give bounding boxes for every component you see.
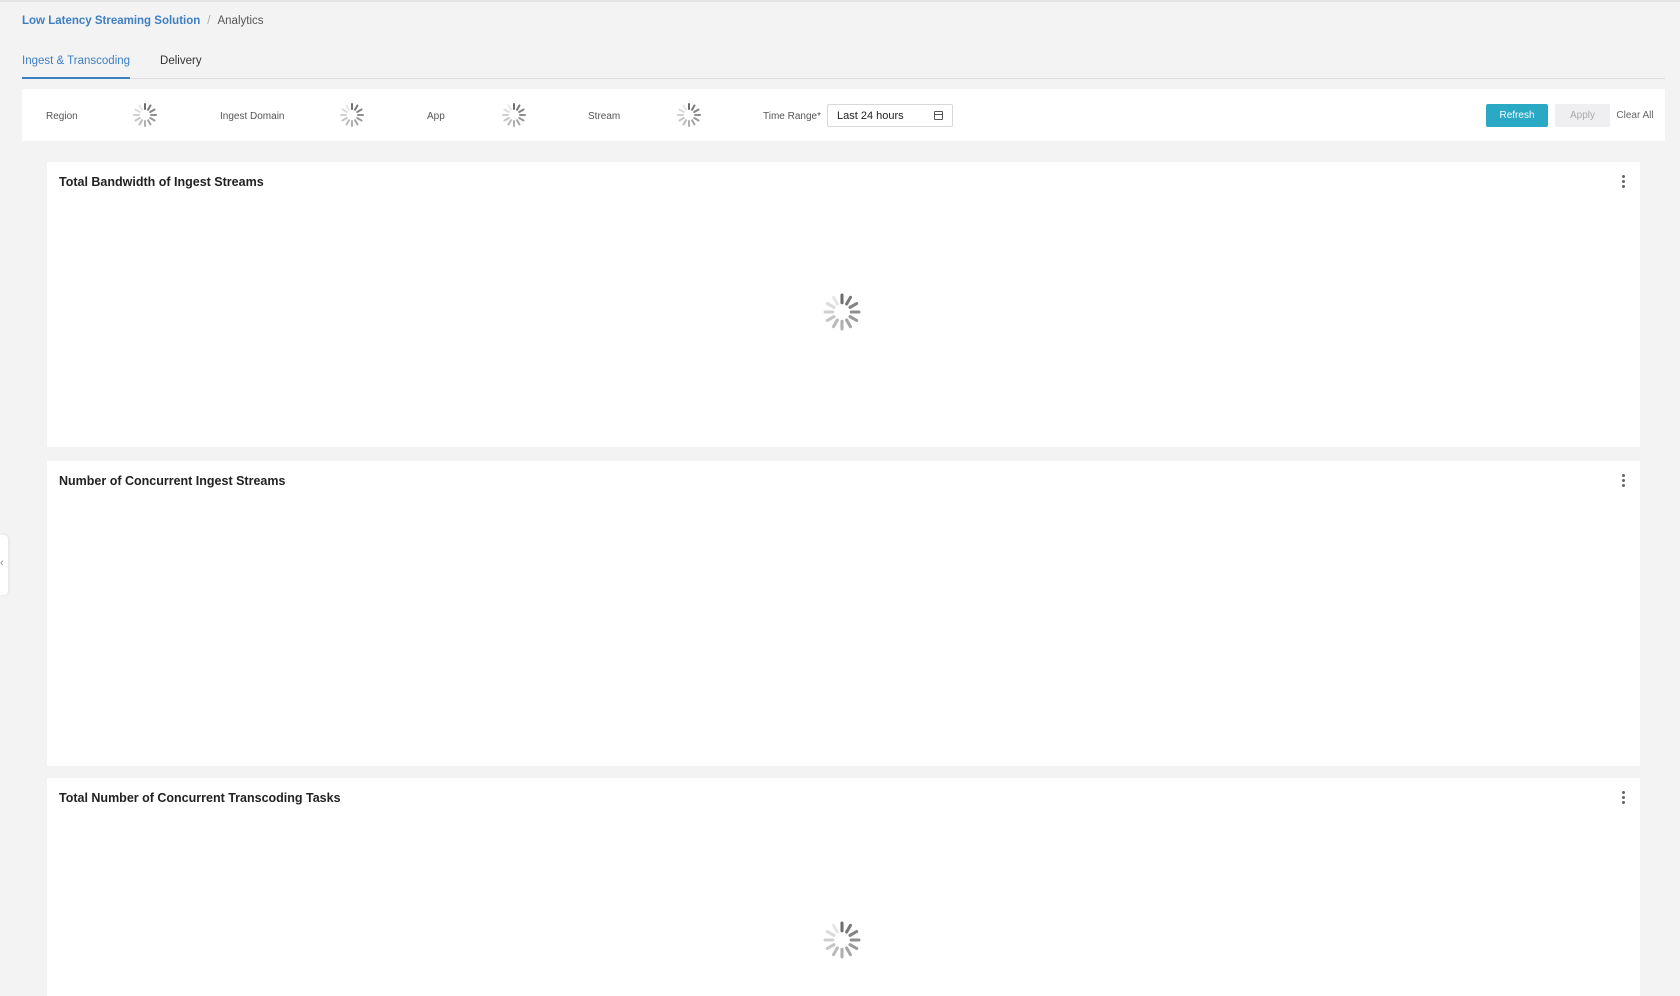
time-range-value: Last 24 hours	[837, 110, 904, 122]
filter-bar: Region Ingest Domain App Stream Time Ran…	[22, 89, 1665, 141]
panel-concurrent-ingest-streams: Number of Concurrent Ingest Streams	[47, 461, 1640, 766]
top-border	[0, 0, 1680, 2]
kebab-menu-icon[interactable]	[1620, 791, 1626, 805]
app-spinner-icon	[502, 103, 526, 127]
stream-spinner-icon	[677, 103, 701, 127]
calendar-icon[interactable]	[934, 111, 943, 120]
breadcrumb-current: Analytics	[217, 15, 264, 27]
panel-concurrent-transcoding-tasks: Total Number of Concurrent Transcoding T…	[47, 778, 1640, 996]
refresh-button[interactable]: Refresh	[1486, 104, 1548, 127]
stream-label: Stream	[588, 111, 621, 122]
clear-all-button[interactable]: Clear All	[1611, 104, 1659, 127]
tab-bar: Ingest & Transcoding Delivery	[22, 55, 1665, 79]
ingest-domain-spinner-icon	[340, 103, 364, 127]
region-spinner-icon	[133, 103, 157, 127]
time-range-picker[interactable]: Last 24 hours	[827, 104, 953, 127]
breadcrumb: Low Latency Streaming Solution / Analyti…	[22, 15, 264, 27]
breadcrumb-separator: /	[207, 15, 211, 27]
time-range-label: Time Range*	[763, 111, 822, 122]
chevron-left-icon: ‹	[0, 557, 4, 569]
panel-title: Number of Concurrent Ingest Streams	[59, 474, 286, 488]
tab-delivery[interactable]: Delivery	[160, 55, 202, 78]
loading-spinner-icon	[823, 921, 861, 959]
region-label: Region	[46, 111, 78, 122]
loading-spinner-icon	[823, 293, 861, 331]
tab-ingest-transcoding[interactable]: Ingest & Transcoding	[22, 55, 131, 79]
panel-total-bandwidth: Total Bandwidth of Ingest Streams	[47, 162, 1640, 447]
kebab-menu-icon[interactable]	[1620, 175, 1626, 189]
kebab-menu-icon[interactable]	[1620, 474, 1626, 488]
sidebar-toggle[interactable]: ‹	[0, 535, 8, 595]
breadcrumb-root-link[interactable]: Low Latency Streaming Solution	[22, 15, 200, 27]
app-label: App	[427, 111, 445, 122]
panel-title: Total Number of Concurrent Transcoding T…	[59, 791, 341, 805]
ingest-domain-label: Ingest Domain	[220, 111, 285, 122]
panel-title: Total Bandwidth of Ingest Streams	[59, 175, 264, 189]
apply-button[interactable]: Apply	[1555, 104, 1610, 127]
